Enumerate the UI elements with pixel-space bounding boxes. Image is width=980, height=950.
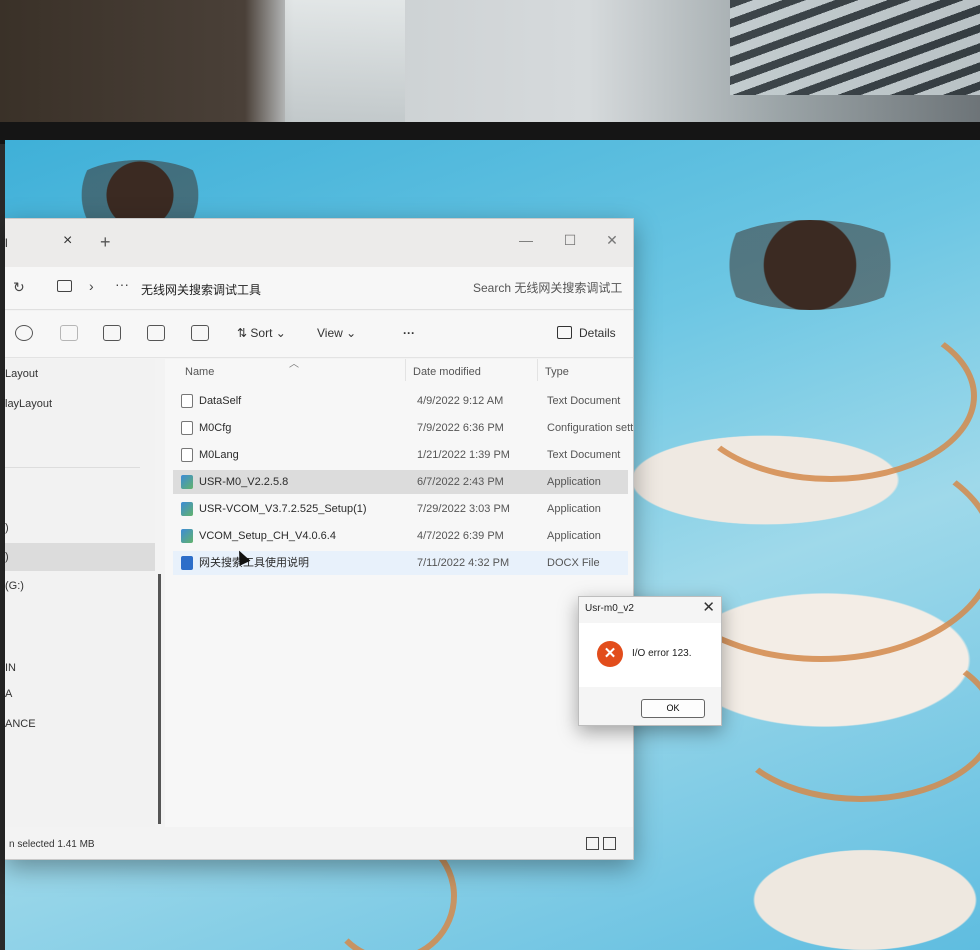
column-divider[interactable] bbox=[405, 359, 406, 381]
navigation-pane: Layout layLayout ) ) (G:) IN A ANCE bbox=[5, 359, 155, 827]
file-date: 7/29/2022 3:03 PM bbox=[417, 503, 510, 515]
file-type: Application bbox=[547, 476, 601, 488]
file-row[interactable]: M0Lang 1/21/2022 1:39 PM Text Document bbox=[173, 443, 628, 467]
copy-icon[interactable] bbox=[103, 325, 121, 341]
file-row[interactable]: USR-VCOM_V3.7.2.525_Setup(1) 7/29/2022 3… bbox=[173, 497, 628, 521]
details-pane-icon[interactable] bbox=[557, 326, 572, 339]
delete-icon[interactable] bbox=[191, 325, 209, 341]
file-date: 1/21/2022 1:39 PM bbox=[417, 449, 510, 461]
maximize-button[interactable]: ☐ bbox=[555, 227, 585, 253]
minimize-button[interactable]: — bbox=[511, 227, 541, 253]
nav-item[interactable]: layLayout bbox=[5, 393, 155, 415]
nav-item[interactable]: Layout bbox=[5, 363, 155, 385]
cut-icon[interactable] bbox=[60, 325, 78, 341]
more-options-button[interactable]: ··· bbox=[403, 326, 415, 340]
details-button[interactable]: Details bbox=[579, 326, 616, 340]
error-icon: ✕ bbox=[597, 641, 623, 667]
sort-ascending-icon: ︿ bbox=[289, 359, 299, 370]
word-doc-icon bbox=[181, 556, 193, 570]
file-row[interactable]: DataSelf 4/9/2022 9:12 AM Text Document bbox=[173, 389, 628, 413]
file-date: 6/7/2022 2:43 PM bbox=[417, 476, 504, 488]
ceiling-grill bbox=[730, 0, 980, 95]
file-list: ︿ Name Date modified Type DataSelf 4/9/2… bbox=[165, 359, 633, 832]
wallpaper-tree bbox=[705, 220, 915, 310]
column-divider[interactable] bbox=[537, 359, 538, 381]
column-header-date[interactable]: Date modified bbox=[413, 366, 481, 378]
file-type: Configuration sett bbox=[547, 422, 634, 434]
sort-button[interactable]: ⇅ Sort ⌄ bbox=[237, 326, 286, 340]
breadcrumb[interactable]: 无线网关搜索调试工具 bbox=[141, 281, 261, 298]
nav-item[interactable]: A bbox=[5, 683, 155, 705]
tab-close-icon[interactable]: × bbox=[63, 232, 72, 250]
nav-item[interactable]: IN bbox=[5, 657, 155, 679]
file-row[interactable]: VCOM_Setup_CH_V4.0.6.4 4/7/2022 6:39 PM … bbox=[173, 524, 628, 548]
file-type: Application bbox=[547, 530, 601, 542]
wallpaper-terrace-rim bbox=[725, 640, 980, 802]
room-light-fixture bbox=[285, 0, 405, 125]
view-button[interactable]: View ⌄ bbox=[317, 326, 356, 340]
details-view-icon[interactable] bbox=[586, 837, 599, 850]
status-bar: n selected 1.41 MB bbox=[5, 827, 633, 859]
file-name: USR-VCOM_V3.7.2.525_Setup(1) bbox=[199, 503, 367, 515]
refresh-icon[interactable]: ↻ bbox=[13, 279, 25, 296]
dialog-close-icon[interactable]: ✕ bbox=[702, 598, 715, 616]
file-explorer-window: l × + — ☐ ✕ ↻ › ··· 无线网关搜索调试工具 Search 无线… bbox=[5, 218, 634, 860]
search-input[interactable]: Search 无线网关搜索调试工 bbox=[473, 277, 643, 299]
file-name: USR-M0_V2.2.5.8 bbox=[199, 476, 289, 488]
file-name: M0Lang bbox=[199, 449, 239, 461]
file-row[interactable]: M0Cfg 7/9/2022 6:36 PM Configuration set… bbox=[173, 416, 633, 440]
app-icon bbox=[181, 502, 193, 516]
file-name: M0Cfg bbox=[199, 422, 232, 434]
close-button[interactable]: ✕ bbox=[597, 227, 627, 253]
app-icon bbox=[181, 529, 193, 543]
app-icon bbox=[181, 475, 193, 489]
command-bar: ⇅ Sort ⌄ View ⌄ ··· Details bbox=[5, 311, 633, 358]
column-header-type[interactable]: Type bbox=[545, 366, 569, 378]
address-bar: ↻ › ··· 无线网关搜索调试工具 Search 无线网关搜索调试工 bbox=[5, 267, 633, 310]
nav-item-selected[interactable]: ) bbox=[5, 543, 155, 571]
file-row-selected[interactable]: USR-M0_V2.2.5.8 6/7/2022 2:43 PM Applica… bbox=[173, 470, 628, 494]
title-bar: l × + — ☐ ✕ bbox=[5, 219, 633, 267]
file-date: 4/7/2022 6:39 PM bbox=[417, 530, 504, 542]
nav-item[interactable]: ANCE bbox=[5, 713, 155, 735]
share-icon[interactable] bbox=[147, 325, 165, 341]
text-file-icon bbox=[181, 448, 193, 462]
file-type: DOCX File bbox=[547, 557, 600, 569]
file-name: 网关搜索工具使用说明 bbox=[199, 557, 309, 569]
this-pc-icon[interactable] bbox=[57, 280, 72, 292]
error-message: I/O error 123. bbox=[632, 648, 692, 659]
new-tab-icon[interactable]: + bbox=[100, 232, 111, 253]
nav-item-drive-g[interactable]: (G:) bbox=[5, 575, 155, 597]
file-type: Text Document bbox=[547, 449, 621, 461]
file-date: 4/9/2022 9:12 AM bbox=[417, 395, 504, 407]
column-header-name[interactable]: Name bbox=[185, 366, 214, 378]
error-dialog: Usr-m0_v2 ✕ ✕ I/O error 123. OK bbox=[578, 596, 722, 726]
ok-button[interactable]: OK bbox=[641, 699, 705, 718]
file-date: 7/9/2022 6:36 PM bbox=[417, 422, 504, 434]
file-type: Text Document bbox=[547, 395, 621, 407]
nav-scrollbar[interactable] bbox=[158, 574, 161, 824]
file-name: DataSelf bbox=[199, 395, 242, 407]
file-type: Application bbox=[547, 503, 601, 515]
file-name: VCOM_Setup_CH_V4.0.6.4 bbox=[199, 530, 336, 542]
file-date: 7/11/2022 4:32 PM bbox=[417, 557, 510, 569]
breadcrumb-more-icon[interactable]: ··· bbox=[115, 276, 129, 292]
dialog-title: Usr-m0_v2 bbox=[585, 603, 634, 614]
tiles-view-icon[interactable] bbox=[603, 837, 616, 850]
status-text: n selected 1.41 MB bbox=[9, 839, 95, 850]
new-icon[interactable] bbox=[15, 325, 33, 341]
nav-item[interactable]: ) bbox=[5, 517, 155, 539]
config-file-icon bbox=[181, 421, 193, 435]
chevron-right-icon[interactable]: › bbox=[89, 278, 94, 294]
tab-label[interactable]: l bbox=[5, 236, 8, 250]
dialog-body: ✕ I/O error 123. bbox=[579, 623, 721, 687]
text-file-icon bbox=[181, 394, 193, 408]
nav-divider bbox=[5, 467, 140, 468]
